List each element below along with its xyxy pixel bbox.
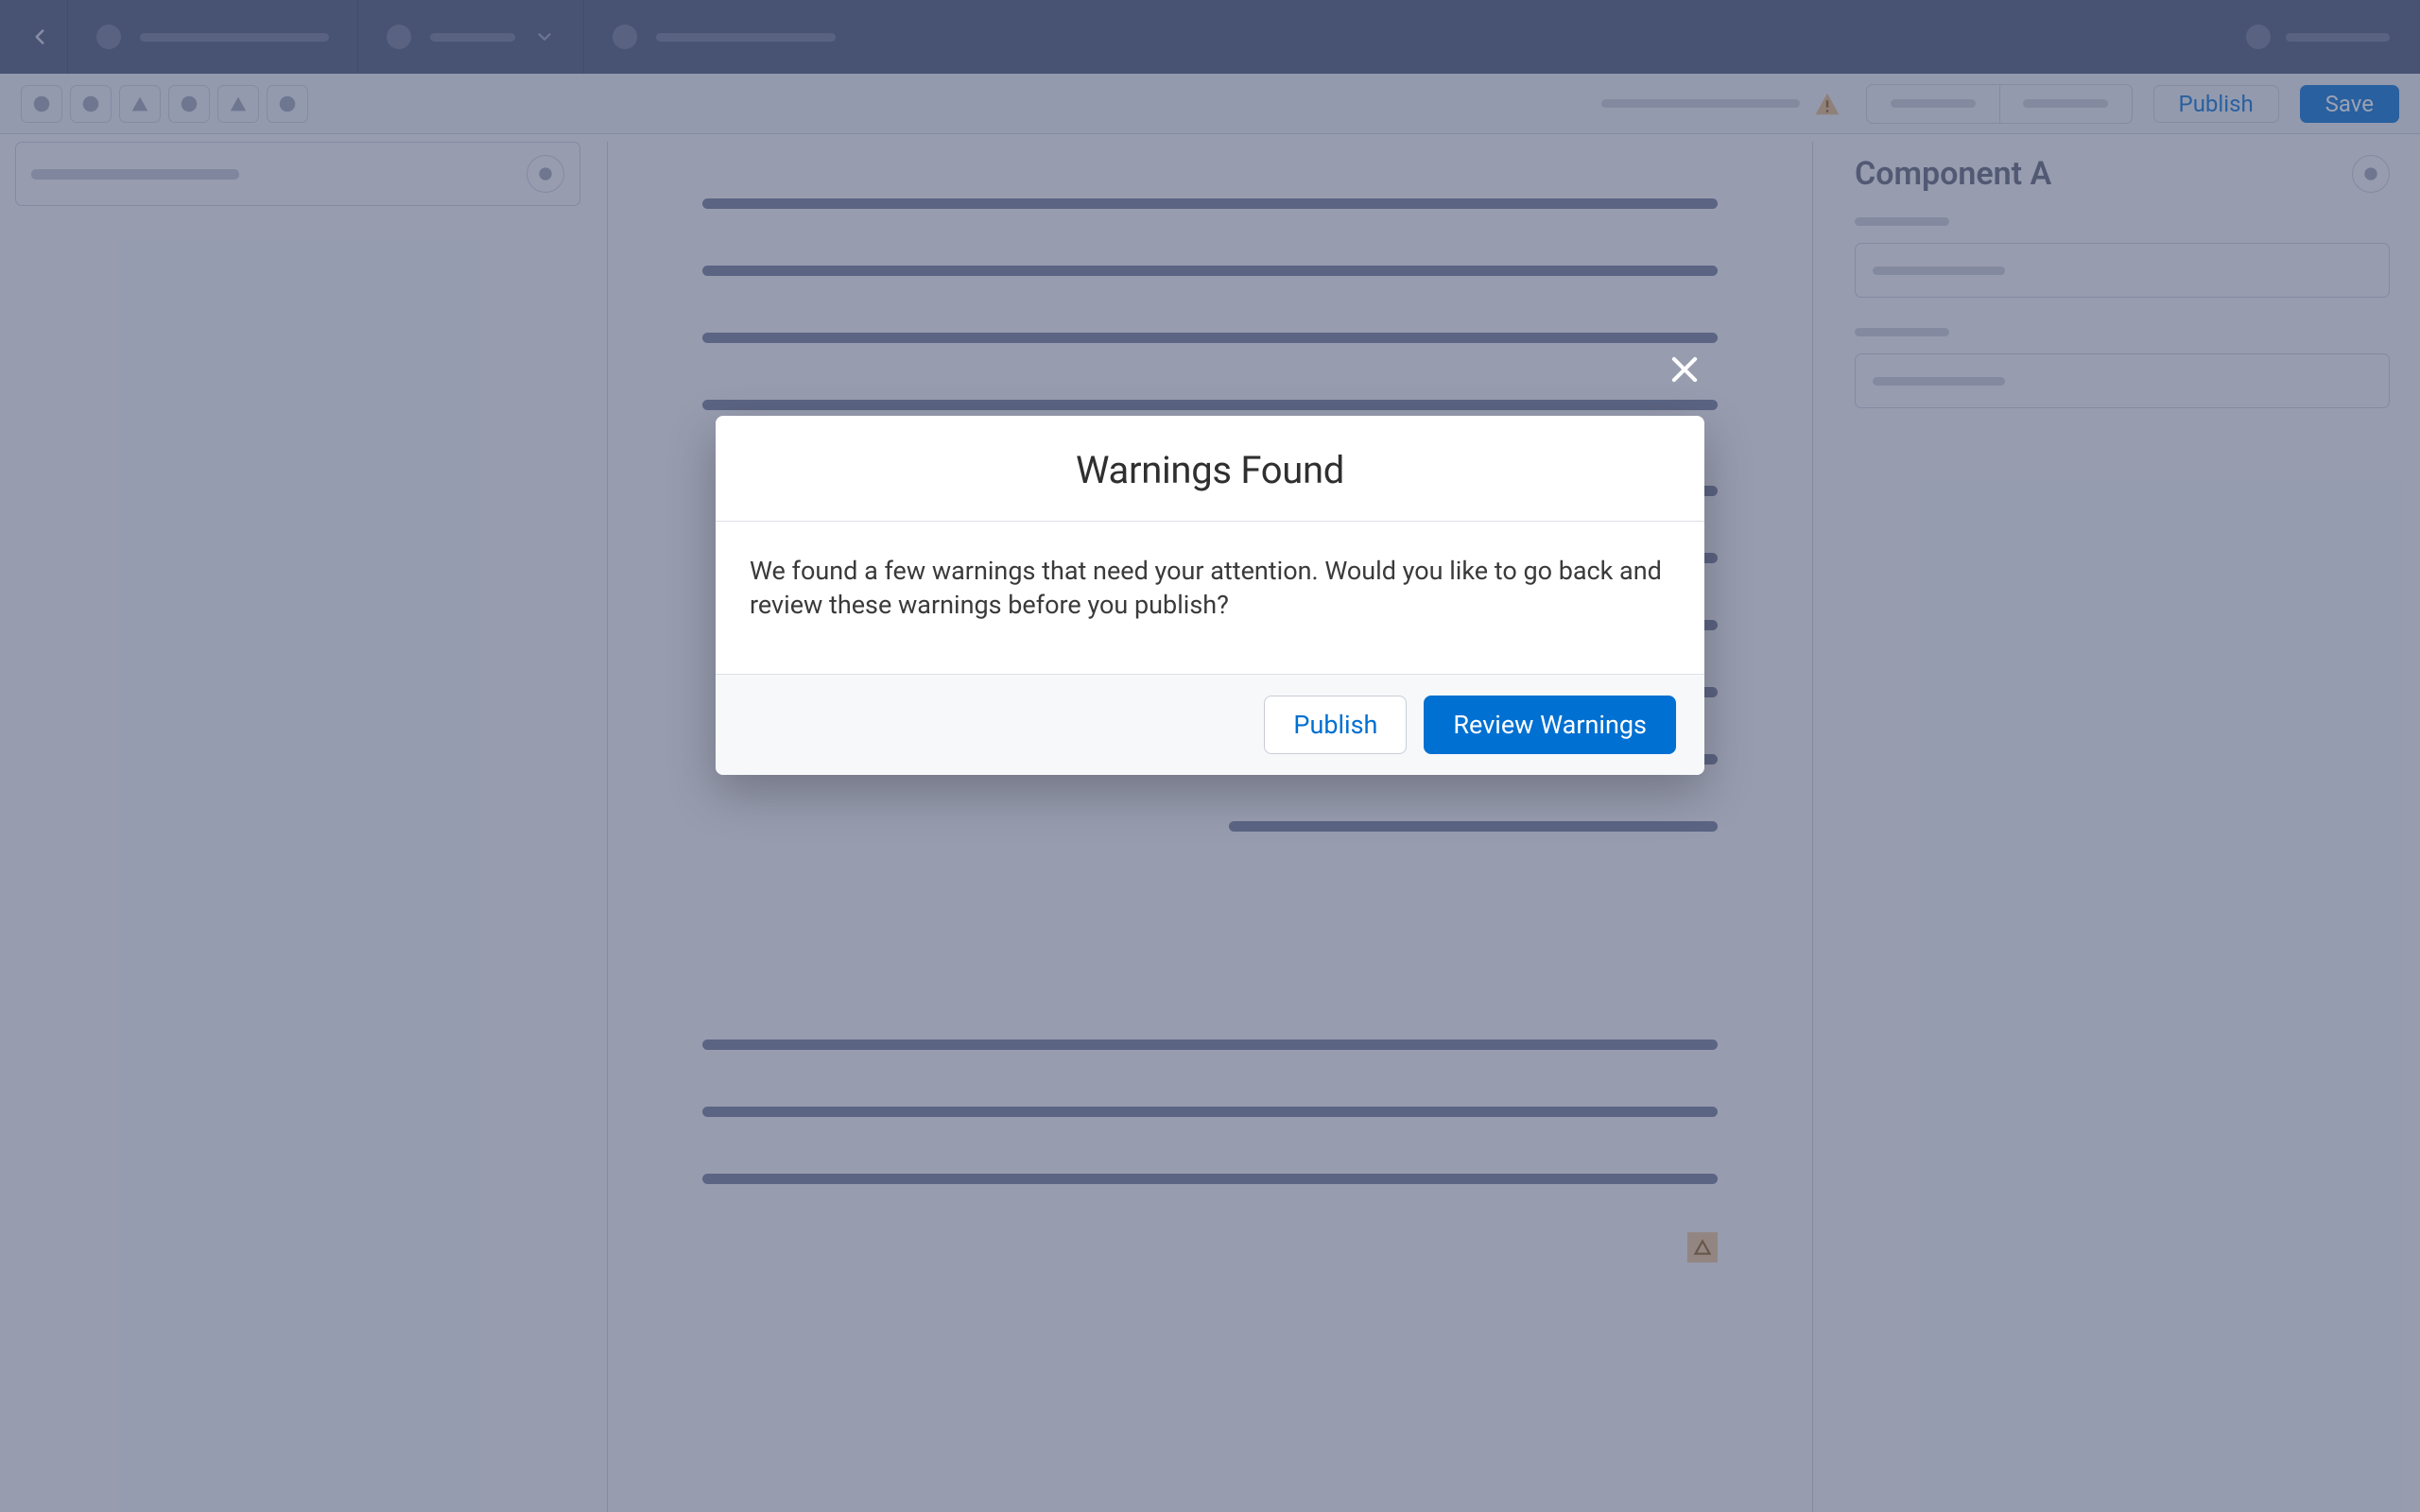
warnings-modal: Warnings Found We found a few warnings t… [716, 416, 1704, 775]
close-icon [1667, 352, 1703, 387]
modal-review-warnings-button[interactable]: Review Warnings [1424, 696, 1676, 754]
modal-footer: Publish Review Warnings [716, 674, 1704, 775]
modal-body-text: We found a few warnings that need your a… [716, 522, 1704, 674]
modal-overlay: Warnings Found We found a few warnings t… [0, 0, 2420, 1512]
modal-publish-button[interactable]: Publish [1264, 696, 1407, 754]
modal-title: Warnings Found [716, 416, 1704, 522]
modal-close-button[interactable] [1661, 346, 1708, 393]
modal-wrapper: Warnings Found We found a few warnings t… [716, 416, 1704, 775]
